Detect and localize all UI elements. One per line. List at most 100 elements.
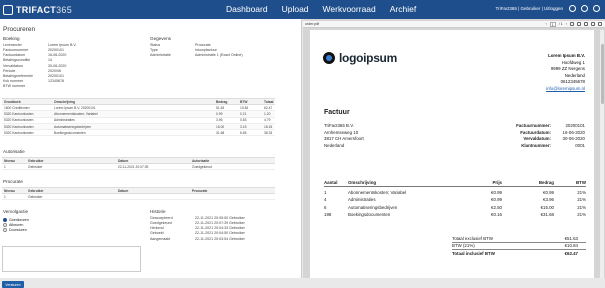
column-header: BTW bbox=[240, 99, 248, 104]
field-row: Administratie Administratie 1 (Exact Onli… bbox=[150, 53, 243, 58]
table-cell: Administraties bbox=[54, 118, 75, 123]
download-icon[interactable] bbox=[591, 22, 595, 26]
column-header: Datum bbox=[118, 158, 129, 163]
table-cell: 3.96 bbox=[216, 118, 223, 123]
gegevens-title: Gegevens bbox=[150, 36, 171, 41]
vervolgactie-title: Vervolgactie bbox=[3, 209, 29, 214]
comment-textarea[interactable] bbox=[2, 246, 141, 272]
line-cell: Automatiseringsbedrijven bbox=[348, 204, 398, 210]
total-row: Totaal inclusief BTW €62.47 bbox=[452, 250, 586, 258]
radio-label: Goedkeuren bbox=[9, 217, 29, 222]
nav-dashboard[interactable]: Dashboard bbox=[226, 4, 268, 14]
top-icons bbox=[569, 5, 600, 12]
total-value: €10.84 bbox=[564, 243, 578, 249]
page-number-input[interactable]: 1 bbox=[549, 21, 556, 27]
invoice-line: 6 Automatiseringsbedrijven €2.50 €15.00 21% bbox=[324, 204, 586, 211]
total-label: Totaal inclusief BTW bbox=[452, 251, 495, 257]
table-cell: 51.63 bbox=[216, 105, 225, 110]
table-cell: 62.47 bbox=[264, 105, 273, 110]
zoom-in-icon[interactable] bbox=[577, 22, 581, 26]
table-cell: 5320 Kantoorkosten bbox=[4, 130, 34, 135]
main-nav: Dashboard Upload Werkvoorraad Archief bbox=[226, 4, 416, 14]
table-cell: Gebruiker bbox=[28, 164, 43, 169]
vervolgactie-option[interactable]: Doorsturen bbox=[3, 227, 29, 232]
line-cell: Abonnementskosten; Variabel bbox=[348, 190, 407, 196]
table-header: Niveau Gebruiker Datum Procurate bbox=[2, 187, 275, 194]
table-cell: 3.15 bbox=[240, 124, 247, 129]
field-row: Aangemaakt 22-11-2021 20:03:54 Gebruiker bbox=[150, 237, 245, 242]
column-header: Totaal bbox=[264, 99, 274, 104]
next-page-icon[interactable]: › bbox=[566, 22, 567, 26]
line-cell: €2.50 bbox=[491, 204, 502, 210]
settings-icon[interactable] bbox=[569, 5, 576, 12]
table-cell: 5320 Kantoorkosten bbox=[4, 111, 34, 116]
line-cell: 4 bbox=[324, 197, 327, 203]
total-value: €51.63 bbox=[564, 235, 578, 241]
nav-werkvoorraad[interactable]: Werkvoorraad bbox=[323, 4, 376, 14]
page-title: Procureren bbox=[3, 26, 36, 33]
invoice-line: 1 Abonnementskosten; Variabel €0.99 €0.99 21… bbox=[324, 189, 586, 196]
total-row: Totaal exclusief BTW €51.63 bbox=[452, 235, 586, 243]
rotate-icon[interactable] bbox=[584, 22, 588, 26]
boeking-title: Boeking bbox=[3, 36, 20, 41]
table-cell: 5320 Kantoorkosten bbox=[4, 124, 34, 129]
nav-archief[interactable]: Archief bbox=[390, 4, 416, 14]
table-cell: 4.79 bbox=[264, 118, 271, 123]
viewer-filename: order.pdf bbox=[305, 22, 320, 26]
field-value: 12345678 bbox=[48, 79, 64, 84]
line-cell: 21% bbox=[577, 204, 586, 210]
recipient-address: TriFact365 B.V. Arnhemseweg 10 3817 CH Ame… bbox=[324, 123, 364, 149]
table-cell: 0.99 bbox=[216, 111, 223, 116]
column-header: Bedrag bbox=[216, 99, 228, 104]
total-row: BTW (21%) €10.84 bbox=[452, 243, 586, 251]
sender-address: Lorem Ipsum B.V. Hoofdweg 1 9999 ZZ Nerg… bbox=[546, 53, 585, 91]
line-cell: 21% bbox=[577, 197, 586, 203]
table-row: 1 Gebruiker bbox=[2, 194, 275, 201]
table-cell: 1 bbox=[4, 164, 6, 169]
column-header: Aantal bbox=[324, 180, 338, 185]
invoice-title: Factuur bbox=[324, 109, 350, 116]
nav-upload[interactable]: Upload bbox=[282, 4, 309, 14]
user-icon[interactable] bbox=[593, 5, 600, 12]
historie-list: Geaccepteerd 22-11-2021 20:05:00 Gebruike… bbox=[150, 216, 245, 242]
table-cell: 5320 Kantoorkosten bbox=[4, 118, 34, 123]
invoice-totals: Totaal exclusief BTW €51.63 BTW (21%) €10.8… bbox=[452, 235, 586, 258]
procurate-title: Procurate bbox=[3, 179, 23, 184]
table-cell: 15.00 bbox=[216, 124, 225, 129]
sender-email-link[interactable]: info@loremipsum.nl bbox=[546, 86, 585, 91]
table-cell: 38.33 bbox=[264, 130, 273, 135]
invoice-lines-header: Aantal Omschrijving Prijs Bedrag BTW bbox=[324, 179, 586, 187]
column-header: Gebruiker bbox=[28, 158, 44, 163]
top-navigation-bar: TRIFACT365 Dashboard Upload Werkvoorraad… bbox=[0, 0, 605, 19]
table-cell: 10.84 bbox=[240, 105, 249, 110]
column-header: Datum bbox=[118, 188, 129, 193]
prev-page-icon[interactable]: ‹ bbox=[546, 22, 547, 26]
column-header: Omschrijving bbox=[54, 99, 76, 104]
help-icon[interactable] bbox=[581, 5, 588, 12]
line-cell: €0.99 bbox=[491, 190, 502, 196]
line-cell: €0.99 bbox=[491, 197, 502, 203]
viewer-scrollbar[interactable] bbox=[600, 30, 604, 278]
line-cell: 6 bbox=[324, 204, 327, 210]
line-cell: 21% bbox=[577, 212, 586, 218]
column-header: Niveau bbox=[4, 188, 15, 193]
recipient-line: Nederland bbox=[324, 142, 345, 148]
autorisatie-title: Autorisatie bbox=[3, 149, 25, 154]
total-label: BTW (21%) bbox=[452, 243, 475, 249]
procureren-panel: Procureren Boeking Leverancier Lorem Ipsu… bbox=[0, 19, 302, 288]
print-icon[interactable] bbox=[598, 22, 602, 26]
zoom-out-icon[interactable] bbox=[570, 22, 574, 26]
versturen-button[interactable]: Versturen bbox=[2, 281, 24, 288]
meta-row: Klantnummer: 0001 bbox=[505, 143, 585, 150]
table-row: 5320 Kantoorkosten Boekingsdocumenten 31.6… bbox=[2, 130, 275, 137]
table-cell: 22-11-2021 20:07:39 bbox=[118, 164, 149, 169]
autorisatie-table: Niveau Gebruiker Datum Autorisatie 1 Gebruike… bbox=[2, 157, 275, 171]
table-cell: Goedgekeurd bbox=[192, 164, 212, 169]
user-menu[interactable]: TriFact365 | Gebruiker | Uitloggen bbox=[496, 6, 563, 11]
table-cell: 31.68 bbox=[216, 130, 225, 135]
app-logo[interactable]: TRIFACT365 bbox=[3, 3, 72, 16]
table-header: Grootboek Omschrijving Bedrag BTW Totaal bbox=[2, 98, 275, 105]
column-header: Niveau bbox=[4, 158, 15, 163]
pdf-viewer: order.pdf ‹ 1 / 1 › logoipsum Lorem Ipsu… bbox=[303, 19, 605, 278]
table-cell: 1600 Crediteuren bbox=[4, 105, 30, 110]
